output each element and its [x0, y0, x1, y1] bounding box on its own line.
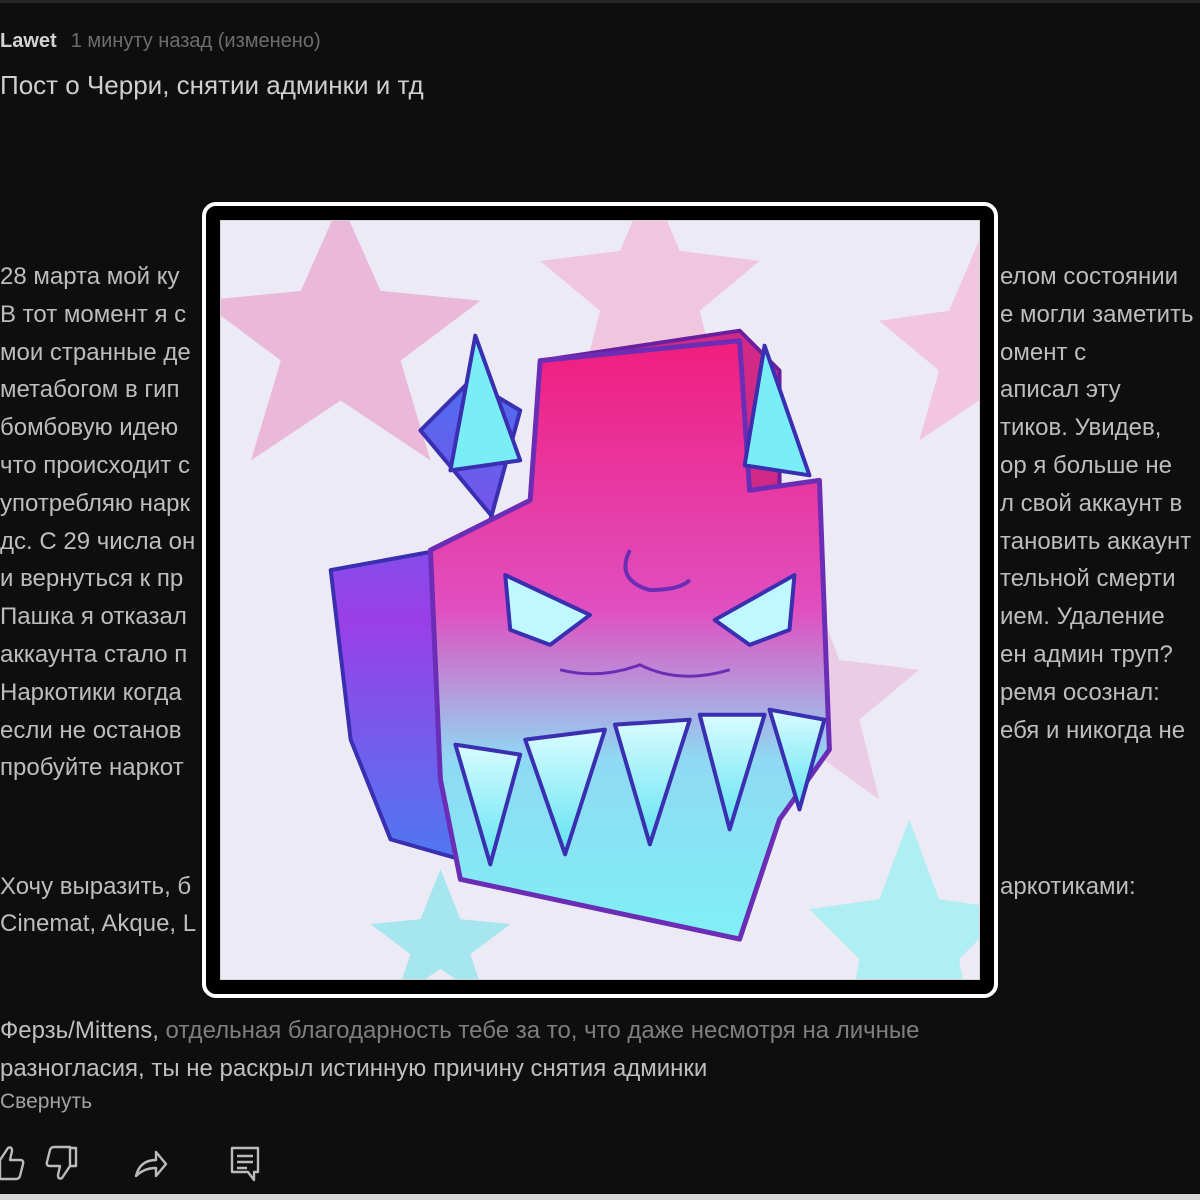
body-line-right: тановить аккаунт: [1000, 527, 1192, 555]
body-line-left: дс. С 29 числа он: [0, 527, 196, 555]
collapse-button[interactable]: Свернуть: [0, 1090, 92, 1114]
reply-text-2: разногласия, ты не раскрыл истинную прич…: [0, 1055, 708, 1082]
body-line-right: тиков. Увидев,: [1000, 414, 1162, 442]
body-line-right: ремя осознал:: [1000, 678, 1160, 706]
artwork-svg: [221, 221, 979, 979]
body-line-right: е могли заметить: [1000, 300, 1194, 328]
body-line-right: тельной смерти: [1000, 565, 1176, 593]
body-line-left: пробуйте наркот: [0, 754, 184, 782]
comment-icon[interactable]: [224, 1140, 264, 1184]
thanks-line: Cinemat, Akque, L: [0, 905, 196, 942]
body-line-right: ием. Удаление: [1000, 603, 1165, 631]
body-line-left: употребляю нарк: [0, 489, 191, 517]
thumb-down-icon[interactable]: [40, 1140, 80, 1184]
post-reply-text: Ферзь/Mittens, отдельная благодарность т…: [0, 1012, 920, 1088]
body-line-left: что происходит с: [0, 451, 190, 479]
body-line-left: если не останов: [0, 716, 182, 744]
reply-text-1: отдельная благодарность тебе за то, что …: [158, 1017, 920, 1044]
body-line-left: мои странные де: [0, 338, 191, 366]
image-viewer-modal[interactable]: [202, 202, 998, 998]
body-line-left: 28 марта мой ку: [0, 263, 180, 290]
thumb-up-icon[interactable]: [0, 1140, 28, 1184]
post-thanks: Хочу выразить, б аркотиками: Cinemat, Akqu…: [0, 868, 1136, 942]
post-title: Пост о Черри, снятии админки и тд: [0, 70, 424, 100]
mention-name[interactable]: Ферзь/Mittens,: [0, 1017, 159, 1044]
body-line-right: елом состоянии: [1000, 263, 1179, 290]
star-shape: [809, 819, 979, 979]
body-line-left: аккаунта стало п: [0, 640, 188, 668]
author-name[interactable]: Lawet: [0, 30, 57, 52]
body-line-left: метабогом в гип: [0, 376, 180, 404]
post-timestamp: 1 минуту назад (изменено): [70, 30, 321, 52]
demon-cube-artwork: [220, 220, 980, 980]
thanks-line-left: Хочу выразить, б: [0, 873, 192, 900]
action-bar: [0, 1140, 400, 1188]
body-line-right: аписал эту: [1000, 376, 1121, 404]
body-line-left: бомбовую идею: [0, 414, 179, 442]
body-line-right: л свой аккаунт в: [1000, 489, 1183, 517]
thanks-line-left: Cinemat, Akque, L: [0, 910, 197, 937]
post-header: Lawet 1 минуту назад (изменено): [0, 30, 321, 53]
body-line-left: Наркотики когда: [0, 678, 182, 706]
thanks-line: Хочу выразить, б аркотиками:: [0, 868, 1136, 905]
bottom-strip: [0, 1194, 1200, 1200]
body-line-left: Пашка я отказал: [0, 603, 187, 631]
body-line-right: ен админ труп?: [1000, 641, 1173, 668]
body-line-right: ебя и никогда не: [1000, 716, 1186, 744]
body-line-right: ор я больше не: [1000, 452, 1172, 479]
share-icon[interactable]: [130, 1140, 170, 1184]
body-line-left: В тот момент я с: [0, 300, 187, 328]
thanks-line-right: аркотиками:: [1000, 873, 1136, 900]
body-line-left: и вернуться к пр: [0, 565, 184, 593]
star-shape: [879, 240, 979, 441]
body-line-right: омент с: [1000, 338, 1087, 366]
